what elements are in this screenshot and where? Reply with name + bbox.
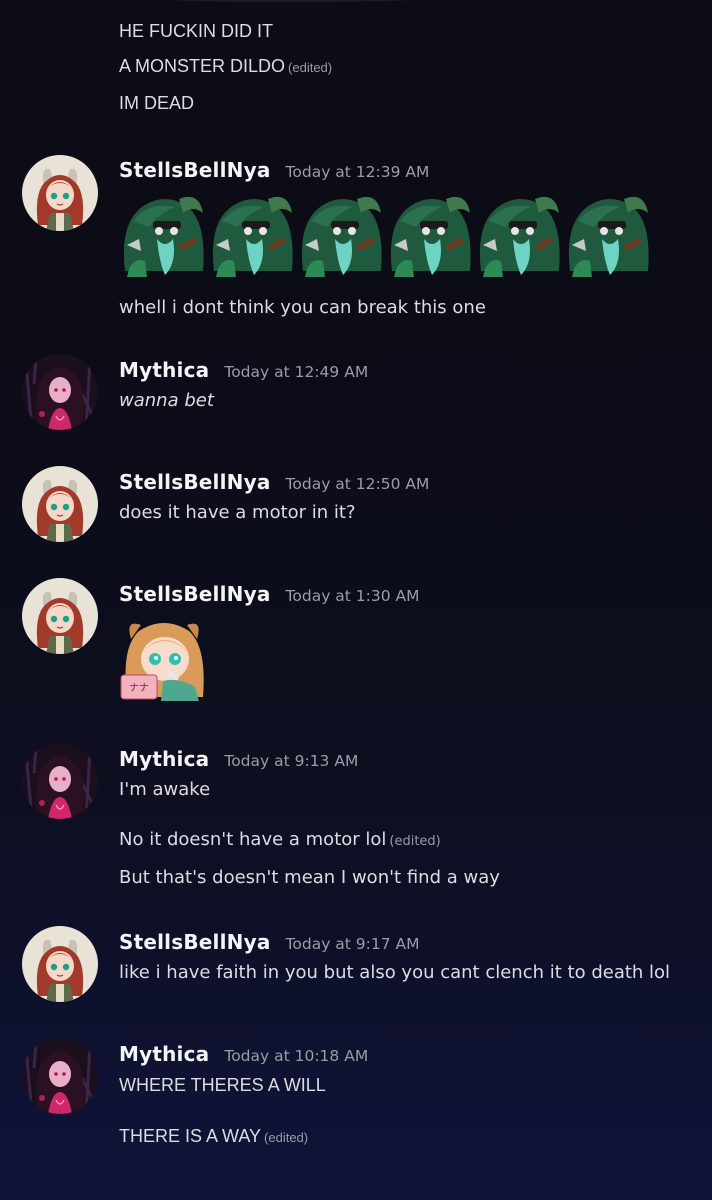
dark-pink-girl-avatar-icon xyxy=(22,1038,98,1114)
message-line[interactable]: does it have a motor in it? xyxy=(119,500,702,526)
username[interactable]: Mythica xyxy=(119,1042,209,1066)
edited-tag: (edited) xyxy=(288,60,333,75)
timestamp: Today at 9:17 AM xyxy=(285,935,420,953)
green-haired-creature-emoji-icon[interactable] xyxy=(119,191,207,279)
message-header: StellsBellNya Today at 1:30 AM xyxy=(119,582,702,612)
message-header: Mythica Today at 10:18 AM xyxy=(119,1042,702,1072)
timestamp: Today at 12:39 AM xyxy=(285,163,430,181)
message-line[interactable]: A MONSTER DILDO (edited) xyxy=(119,53,702,81)
username[interactable]: StellsBellNya xyxy=(119,470,271,494)
message-header: StellsBellNya Today at 12:50 AM xyxy=(119,470,702,500)
message-line[interactable]: whell i dont think you can break this on… xyxy=(119,295,702,321)
emoji-row xyxy=(119,191,702,279)
green-haired-creature-emoji-icon[interactable] xyxy=(475,191,563,279)
sticker-label: ナナ xyxy=(129,682,149,694)
avatar[interactable] xyxy=(22,354,98,430)
timestamp: Today at 1:30 AM xyxy=(285,587,420,605)
message-line[interactable]: THERE IS A WAY (edited) xyxy=(119,1123,702,1151)
edited-tag: (edited) xyxy=(264,1130,309,1145)
timestamp: Today at 12:49 AM xyxy=(224,363,369,381)
message-line[interactable]: But that's doesn't mean I won't find a w… xyxy=(119,865,702,891)
message-header: Mythica Today at 9:13 AM xyxy=(119,747,702,777)
message-line[interactable]: I'm awake xyxy=(119,777,702,803)
message-line[interactable]: IM DEAD xyxy=(119,90,702,116)
message-header: StellsBellNya Today at 12:39 AM xyxy=(119,158,702,188)
avatar[interactable] xyxy=(22,578,98,654)
avatar[interactable] xyxy=(22,155,98,231)
avatar[interactable] xyxy=(22,926,98,1002)
message-line[interactable]: HE FUCKIN DID IT xyxy=(119,18,702,44)
message-header: Mythica Today at 12:49 AM xyxy=(119,358,702,388)
avatar[interactable] xyxy=(22,466,98,542)
green-haired-creature-emoji-icon[interactable] xyxy=(297,191,385,279)
edited-tag: (edited) xyxy=(389,834,441,849)
message-line[interactable]: No it doesn't have a motor lol (edited) xyxy=(119,827,702,855)
timestamp: Today at 9:13 AM xyxy=(224,752,359,770)
dark-pink-girl-avatar-icon xyxy=(22,743,98,819)
username[interactable]: Mythica xyxy=(119,358,209,382)
username[interactable]: Mythica xyxy=(119,747,209,771)
green-haired-creature-emoji-icon[interactable] xyxy=(564,191,652,279)
avatar[interactable] xyxy=(22,1038,98,1114)
message-header: StellsBellNya Today at 9:17 AM xyxy=(119,930,702,960)
username[interactable]: StellsBellNya xyxy=(119,930,271,954)
green-haired-creature-emoji-icon[interactable] xyxy=(208,191,296,279)
red-haired-girl-avatar-icon xyxy=(22,155,98,231)
avatar[interactable] xyxy=(22,743,98,819)
message-line[interactable]: WHERE THERES A WILL xyxy=(119,1072,702,1098)
timestamp: Today at 10:18 AM xyxy=(224,1047,369,1065)
dark-pink-girl-avatar-icon xyxy=(22,354,98,430)
message-line[interactable]: wanna bet xyxy=(119,388,702,414)
red-haired-girl-avatar-icon xyxy=(22,926,98,1002)
username[interactable]: StellsBellNya xyxy=(119,582,271,606)
timestamp: Today at 12:50 AM xyxy=(285,475,430,493)
red-haired-girl-avatar-icon xyxy=(22,466,98,542)
message-line[interactable]: like i have faith in you but also you ca… xyxy=(119,960,702,986)
anime-girl-sticker-icon[interactable]: ナナ xyxy=(119,617,209,701)
green-haired-creature-emoji-icon[interactable] xyxy=(386,191,474,279)
previous-message-edge xyxy=(150,0,430,2)
username[interactable]: StellsBellNya xyxy=(119,158,271,182)
red-haired-girl-avatar-icon xyxy=(22,578,98,654)
